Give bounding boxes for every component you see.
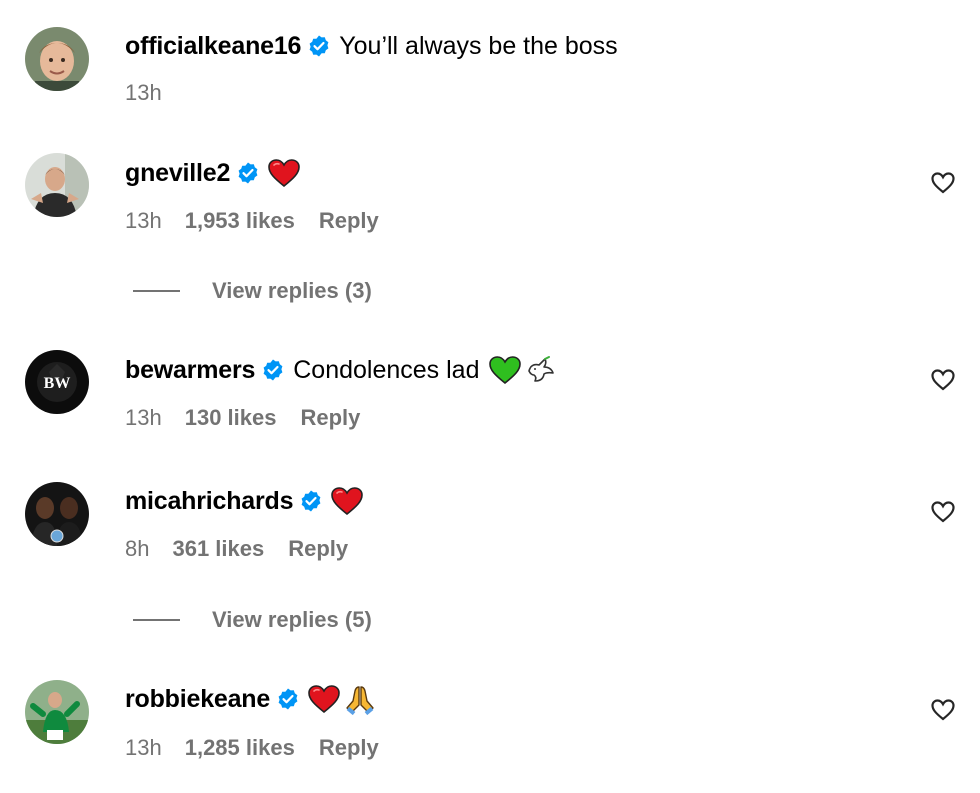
- avatar[interactable]: [25, 482, 89, 546]
- verified-badge-icon: [301, 490, 321, 512]
- username[interactable]: bewarmers: [125, 356, 255, 385]
- timestamp[interactable]: 13h: [125, 735, 162, 761]
- username[interactable]: micahrichards: [125, 487, 294, 516]
- red-heart-icon: [268, 159, 301, 187]
- likes-count[interactable]: 1,285 likes: [185, 735, 295, 761]
- avatar[interactable]: BW: [25, 350, 89, 414]
- timestamp[interactable]: 8h: [125, 536, 149, 562]
- divider: [133, 290, 180, 292]
- reply-button[interactable]: Reply: [300, 405, 360, 431]
- folded-hands-icon: [346, 686, 374, 715]
- verified-badge-icon: [238, 162, 258, 184]
- comment-text: Condolences lad: [293, 355, 480, 384]
- view-replies-button[interactable]: View replies (5): [133, 605, 372, 635]
- username[interactable]: robbiekeane: [125, 685, 270, 714]
- heart-outline-icon[interactable]: [930, 170, 956, 196]
- view-replies-label[interactable]: View replies (5): [212, 607, 372, 633]
- likes-count[interactable]: 361 likes: [172, 536, 264, 562]
- dove-icon: [528, 356, 555, 382]
- likes-count[interactable]: 1,953 likes: [185, 208, 295, 234]
- red-heart-icon: [308, 685, 340, 713]
- likes-count[interactable]: 130 likes: [185, 405, 277, 431]
- username[interactable]: gneville2: [125, 159, 230, 188]
- view-replies-button[interactable]: View replies (3): [133, 276, 372, 306]
- reply-button[interactable]: Reply: [288, 536, 348, 562]
- verified-badge-icon: [263, 359, 283, 381]
- heart-outline-icon[interactable]: [930, 499, 956, 525]
- heart-outline-icon[interactable]: [930, 697, 956, 723]
- view-replies-label[interactable]: View replies (3): [212, 278, 372, 304]
- avatar-logo-text: BW: [44, 375, 71, 392]
- avatar[interactable]: [25, 27, 89, 91]
- heart-outline-icon[interactable]: [930, 367, 956, 393]
- timestamp[interactable]: 13h: [125, 208, 162, 234]
- avatar[interactable]: [25, 153, 89, 217]
- green-heart-icon: [489, 356, 522, 384]
- username[interactable]: officialkeane16: [125, 32, 301, 61]
- verified-badge-icon: [309, 35, 329, 57]
- timestamp[interactable]: 13h: [125, 80, 162, 106]
- comment-text: You’ll always be the boss: [339, 31, 618, 60]
- red-heart-icon: [331, 487, 364, 515]
- reply-button[interactable]: Reply: [319, 208, 379, 234]
- timestamp[interactable]: 13h: [125, 405, 162, 431]
- divider: [133, 619, 180, 621]
- reply-button[interactable]: Reply: [319, 735, 379, 761]
- avatar[interactable]: [25, 680, 89, 744]
- verified-badge-icon: [278, 688, 298, 710]
